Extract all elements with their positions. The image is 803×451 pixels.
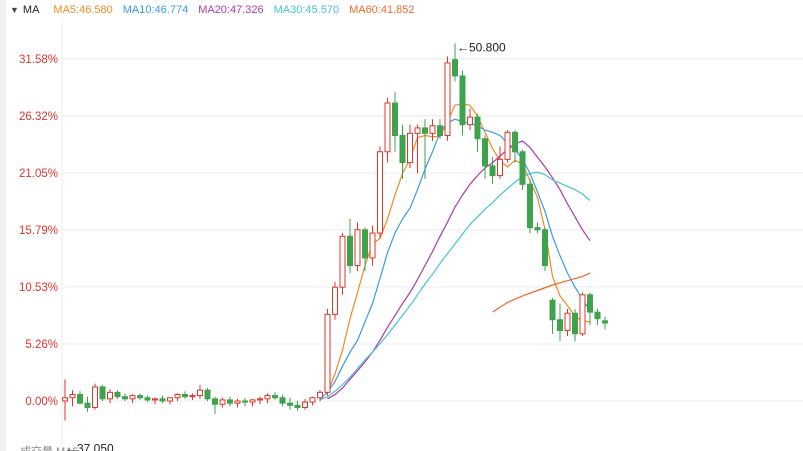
candle-body [122,396,128,400]
candle-body [264,395,271,400]
ma-line-ma20 [327,140,591,400]
candle-body [407,132,413,164]
candle-body [564,312,571,332]
candle-body [114,391,121,398]
candle-body [459,75,466,126]
candle-body [587,294,593,313]
candle-body [174,393,181,399]
candle-body [197,389,203,397]
candle-body [384,102,391,153]
grid-lines [61,22,803,451]
candle-body [159,398,166,402]
y-tick-label: 31.58% [19,54,58,66]
candle-body [534,227,541,231]
candle-body [467,116,473,126]
candle-body [579,294,586,335]
candle-body [317,391,323,399]
candle-body [399,135,406,164]
candle-body [309,397,316,403]
candle-body [152,398,158,401]
candle-body [144,397,151,401]
y-tick-label: 26.32% [19,111,58,123]
y-tick-label: 10.53% [19,282,58,294]
candle-body [519,151,526,185]
candle-body [249,399,256,403]
candle-body [392,102,398,137]
candle-body [369,232,376,259]
candle-body [339,235,346,288]
candle-body [482,138,488,167]
candle-body [549,299,556,321]
candle-body [92,386,98,409]
candle-body [69,393,76,399]
candle-body [362,229,368,259]
candle-body [137,395,143,399]
candle-body [62,397,68,402]
candle-body [422,127,428,134]
max-annotation: ←50.800 [457,40,506,54]
candle-body [234,400,241,404]
candle-body [444,62,451,137]
candle-body [99,386,106,400]
candlestick-chart[interactable]: 31.58% 26.32% 21.05% 15.79% 10.53% 5.26% 0.00%… [0,0,803,451]
candle-body [602,320,608,324]
candle-body [497,158,503,177]
candle-body [182,393,188,398]
candle-body [257,398,263,401]
candle-body [354,229,361,267]
candle-body [219,399,226,405]
candle-body [227,399,233,404]
candle-body [347,235,353,267]
candle-body [542,229,548,267]
candle-body [107,391,113,400]
candle-body [512,131,518,153]
y-tick-label: 5.26% [25,339,58,351]
candle-body [504,131,511,160]
candle-body [437,125,443,137]
candle-body [377,151,383,234]
candle-body [287,402,293,406]
volume-header: 成交量 MA5 [20,443,79,451]
candle-body [489,165,496,177]
candles[interactable] [62,43,608,421]
candle-body [167,397,173,402]
candle-body [129,395,136,400]
candle-body [272,395,278,399]
y-tick-label: 21.05% [19,168,58,180]
y-tick-label: 0.00% [25,396,58,408]
y-axis-ticks: 31.58% 26.32% 21.05% 15.79% 10.53% 5.26% 0.00% [19,54,58,408]
y-tick-label: 15.79% [19,225,58,237]
candle-body [302,401,308,409]
candle-body [572,312,578,335]
candle-body [189,395,196,398]
candle-body [294,404,301,409]
ma-line-ma60 [492,272,591,313]
candle-body [332,286,338,315]
candle-body [279,397,286,404]
candle-body [77,393,83,404]
candle-body [452,59,458,77]
candle-body [324,313,331,393]
candle-body [557,319,563,332]
candle-body [212,398,218,405]
annotations: ←50.800←37.050 [65,40,506,451]
candle-body [429,125,436,134]
candle-body [242,400,248,403]
candle-body [474,116,481,140]
candle-body [414,127,421,134]
candle-body [594,311,601,320]
candle-body [84,402,91,409]
candle-body [527,183,533,229]
candle-body [204,389,211,400]
